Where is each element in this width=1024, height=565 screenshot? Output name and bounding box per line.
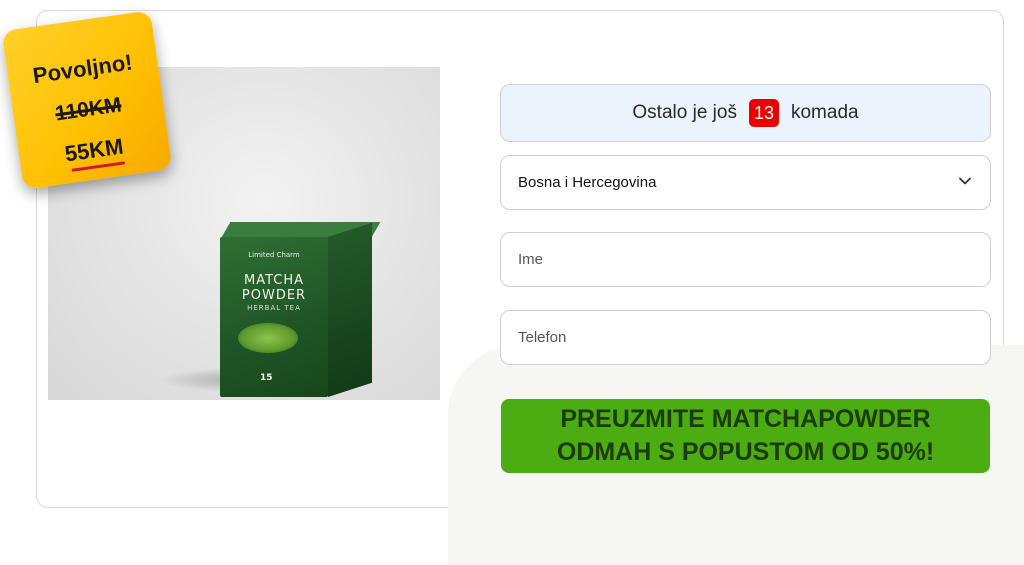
name-input-placeholder: Ime bbox=[518, 251, 544, 268]
box-title-line1: MATCHA bbox=[243, 273, 305, 288]
box-count: 15 bbox=[260, 373, 273, 383]
order-submit-button[interactable]: PREUZMITE MATCHAPOWDER ODMAH S POPUSTOM … bbox=[501, 399, 990, 473]
box-subtitle: HERBAL TEA bbox=[247, 304, 301, 312]
price-badge: Povoljno! 110KM 55KM bbox=[1, 10, 173, 190]
stock-suffix: komada bbox=[790, 102, 859, 123]
cta-line1: PREUZMITE MATCHAPOWDER bbox=[560, 405, 931, 433]
matcha-powder-illustration bbox=[238, 323, 298, 353]
country-select[interactable]: Bosna i Hercegovina bbox=[500, 155, 991, 210]
box-front-face: Limited Charm MATCHA POWDER HERBAL TEA 1… bbox=[220, 237, 328, 397]
badge-title: Povoljno! bbox=[31, 49, 134, 89]
phone-input-placeholder: Telefon bbox=[518, 329, 567, 346]
name-input[interactable]: Ime bbox=[500, 232, 991, 287]
country-select-value: Bosna i Hercegovina bbox=[518, 174, 657, 191]
stock-notice: Ostalo je još 13 komada bbox=[500, 84, 991, 142]
chevron-down-icon bbox=[959, 177, 971, 185]
stock-count-badge: 13 bbox=[748, 99, 779, 127]
box-brand-text: Limited Charm bbox=[248, 251, 300, 259]
stock-prefix: Ostalo je još bbox=[632, 102, 737, 123]
box-side-face bbox=[328, 222, 372, 397]
old-price: 110KM bbox=[53, 93, 123, 126]
box-title-line2: POWDER bbox=[241, 288, 307, 303]
phone-input[interactable]: Telefon bbox=[500, 310, 991, 365]
cta-line2: ODMAH S POPUSTOM OD 50%! bbox=[556, 438, 935, 466]
